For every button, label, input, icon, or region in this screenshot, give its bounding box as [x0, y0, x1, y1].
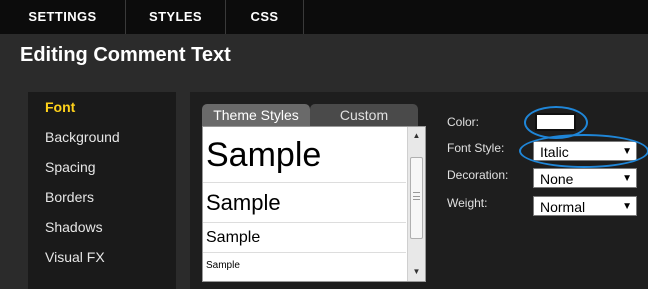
font-sample-list: Sample Sample Sample Sample ▲ ▼ — [202, 126, 426, 282]
sample-scrollbar[interactable]: ▲ ▼ — [407, 127, 425, 281]
menu-item-spacing[interactable]: Spacing — [28, 152, 176, 182]
weight-value: Normal — [540, 199, 586, 215]
font-sample-medium[interactable]: Sample — [203, 183, 406, 223]
font-sample-tiny[interactable]: Sample — [203, 253, 406, 281]
scroll-thumb[interactable] — [410, 157, 423, 239]
font-sample-small[interactable]: Sample — [203, 223, 406, 253]
font-sample-large[interactable]: Sample — [203, 127, 406, 183]
chevron-down-icon: ▼ — [622, 173, 632, 184]
weight-label: Weight: — [447, 196, 488, 210]
editor-window: SETTINGS STYLES CSS Editing Comment Text… — [0, 0, 648, 289]
top-tab-bar: SETTINGS STYLES CSS — [0, 0, 648, 34]
menu-item-font[interactable]: Font — [28, 92, 176, 122]
scroll-down-arrow-icon[interactable]: ▼ — [408, 263, 425, 281]
font-style-label: Font Style: — [447, 141, 505, 155]
tab-css[interactable]: CSS — [226, 0, 304, 34]
font-style-highlight-ring — [519, 134, 648, 168]
subtab-custom[interactable]: Custom — [310, 104, 418, 126]
subtab-theme-styles[interactable]: Theme Styles — [202, 104, 310, 126]
menu-item-borders[interactable]: Borders — [28, 182, 176, 212]
decoration-value: None — [540, 171, 574, 187]
color-label: Color: — [447, 115, 480, 129]
menu-item-visual-fx[interactable]: Visual FX — [28, 242, 176, 272]
decoration-select[interactable]: None ▼ — [533, 168, 637, 188]
weight-select[interactable]: Normal ▼ — [533, 196, 637, 216]
tab-settings[interactable]: SETTINGS — [0, 0, 126, 34]
scroll-up-arrow-icon[interactable]: ▲ — [408, 127, 425, 145]
style-category-menu: Font Background Spacing Borders Shadows … — [28, 92, 176, 289]
menu-item-background[interactable]: Background — [28, 122, 176, 152]
tab-styles[interactable]: STYLES — [126, 0, 226, 34]
decoration-label: Decoration: — [447, 168, 509, 182]
scroll-grip-icon — [413, 192, 420, 200]
chevron-down-icon: ▼ — [622, 201, 632, 212]
menu-item-shadows[interactable]: Shadows — [28, 212, 176, 242]
page-title: Editing Comment Text — [20, 44, 231, 66]
